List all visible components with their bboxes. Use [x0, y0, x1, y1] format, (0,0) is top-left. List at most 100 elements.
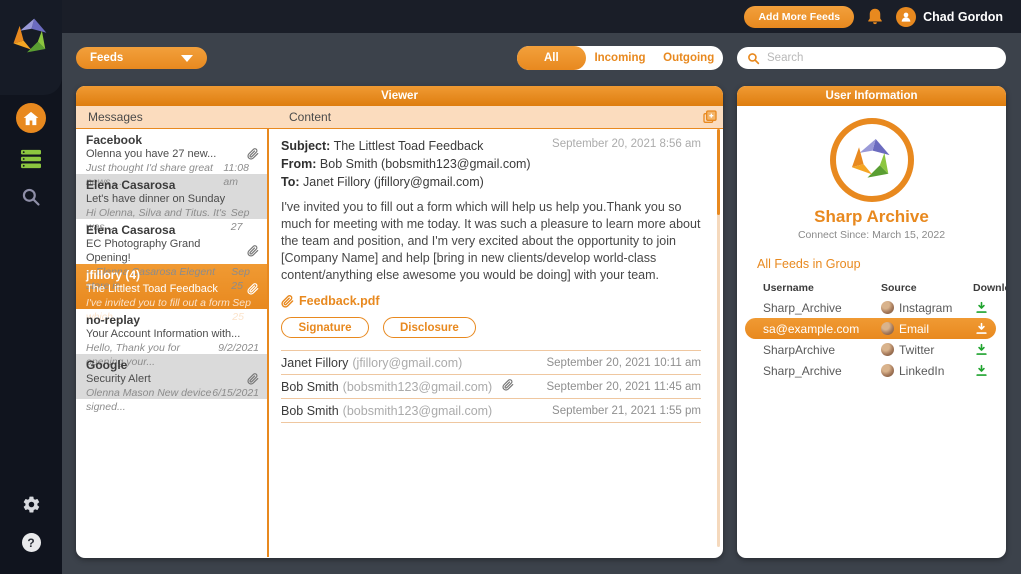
message-time: 6/15/2021 [212, 387, 259, 399]
search-icon [22, 188, 40, 206]
notifications-bell-icon[interactable] [866, 7, 884, 27]
feeds-dropdown-label: Feeds [90, 52, 124, 64]
download-button[interactable] [973, 364, 990, 377]
sidebar-item-home[interactable] [16, 103, 46, 133]
thread-sender: Janet Fillory [281, 355, 349, 370]
user-information-body: Sharp Archive Connect Since: March 15, 2… [737, 106, 1006, 381]
message-time: 11:08 am [223, 162, 249, 188]
message-subject: Your Account Information with... [86, 328, 241, 340]
feed-row[interactable]: Sharp_Archive Instagram [745, 297, 996, 318]
user-information-title: User Information [737, 86, 1006, 106]
attachment-icon [281, 294, 294, 308]
feed-row[interactable]: Sharp_Archive LinkedIn [745, 360, 996, 381]
user-information-panel: User Information Sharp Archive Connect S… [737, 86, 1006, 558]
home-icon [23, 111, 39, 125]
thread-row[interactable]: Janet Fillory (jfillory@gmail.com) Septe… [281, 351, 701, 375]
user-name: Chad Gordon [923, 9, 1003, 24]
sidebar-item-search[interactable] [19, 185, 43, 209]
message-time: Sep 25 [232, 297, 251, 323]
source-icon [881, 364, 894, 377]
message-time: 9/2/2021 [218, 342, 259, 354]
col-download: Download [973, 282, 1006, 294]
disclosure-button[interactable]: Disclosure [383, 317, 476, 338]
sharp-archive-logo-ring [829, 118, 914, 202]
search-icon [748, 52, 760, 64]
download-button[interactable] [973, 301, 990, 314]
app-root: Add More Feeds Chad Gordon ? Feeds All I… [0, 0, 1021, 574]
feeds-table-header: Username Source Download [745, 279, 1006, 297]
tab-incoming[interactable]: Incoming [586, 46, 655, 70]
help-button[interactable]: ? [21, 533, 41, 552]
tab-all[interactable]: All [517, 46, 586, 70]
source-icon [881, 322, 894, 335]
download-button[interactable] [973, 343, 990, 356]
thread-sender: Bob Smith [281, 379, 339, 394]
add-more-feeds-button[interactable]: Add More Feeds [744, 5, 855, 28]
feed-source: Twitter [899, 342, 935, 357]
email-date: September 20, 2021 8:56 am [552, 138, 701, 150]
content-column-header: Content [289, 110, 332, 124]
feed-username: Sharp_Archive [763, 363, 842, 378]
feed-source: LinkedIn [899, 363, 945, 378]
download-button[interactable] [973, 322, 990, 335]
gear-icon [23, 496, 39, 513]
group-heading: All Feeds in Group [757, 257, 861, 271]
col-username: Username [763, 282, 814, 294]
tab-outgoing[interactable]: Outgoing [654, 46, 723, 70]
thread-email: (bobsmith123@gmail.com) [342, 403, 493, 418]
to-label: To: [281, 175, 300, 189]
thread-list: Janet Fillory (jfillory@gmail.com) Septe… [281, 350, 701, 423]
feeds-dropdown[interactable]: Feeds [76, 47, 207, 69]
source-icon [881, 343, 894, 356]
feed-source: Email [899, 321, 930, 336]
sidebar-item-settings[interactable] [22, 495, 41, 519]
thread-row[interactable]: Bob Smith (bobsmith123@gmail.com) Septem… [281, 375, 701, 399]
viewer-title: Viewer [76, 86, 723, 106]
sidebar-logo [0, 0, 62, 95]
viewer-panel: Viewer Messages Content Facebook Olenna … [76, 86, 723, 558]
messages-list: Facebook Olenna you have 27 new... Just … [76, 129, 269, 557]
attachment-icon [247, 148, 259, 160]
message-item[interactable]: Facebook Olenna you have 27 new... Just … [76, 129, 267, 188]
sharp-archive-logo-icon [851, 139, 890, 178]
viewer-subheader: Messages Content [76, 106, 723, 129]
thread-email: (bobsmith123@gmail.com) [342, 379, 493, 394]
search-input[interactable] [767, 52, 996, 64]
message-preview: Olenna Mason New device signed... [86, 387, 212, 413]
feed-username: SharpArchive [763, 342, 836, 357]
feed-row[interactable]: SharpArchive Twitter [745, 339, 996, 360]
to-value: Janet Fillory (jfillory@gmail.com) [303, 175, 484, 189]
feed-source: Instagram [899, 300, 953, 315]
message-subject: Olenna you have 27 new... [86, 148, 217, 160]
content-pane: Subject: The Littlest Toad Feedback Sept… [269, 129, 723, 557]
thread-date: September 20, 2021 10:11 am [546, 356, 701, 369]
feed-row-selected[interactable]: sa@example.com Email [745, 318, 996, 339]
message-sender: Facebook [86, 133, 143, 147]
viewer-body: Facebook Olenna you have 27 new... Just … [76, 129, 723, 557]
message-time: Sep 27 [230, 207, 250, 233]
connect-since: Connect Since: March 15, 2022 [797, 229, 946, 241]
subject-label: Subject: [281, 139, 331, 153]
sidebar-item-feeds-list[interactable] [19, 147, 43, 171]
thread-date: September 21, 2021 1:55 pm [552, 404, 701, 417]
message-subject: Security Alert [86, 373, 151, 385]
open-new-window-button[interactable] [702, 109, 718, 128]
thread-sender: Bob Smith [281, 403, 339, 418]
email-actions: Signature Disclosure [281, 317, 701, 338]
filter-tabs: All Incoming Outgoing [517, 46, 723, 70]
attachment-icon [502, 379, 514, 394]
attachment-link[interactable]: Feedback.pdf [281, 294, 701, 308]
message-subject: EC Photography Grand Opening! [86, 238, 201, 264]
list-icon [21, 149, 41, 169]
content-scrollbar-thumb[interactable] [717, 129, 720, 215]
source-icon [881, 301, 894, 314]
user-chip[interactable]: Chad Gordon [896, 6, 1003, 27]
from-value: Bob Smith (bobsmith123@gmail.com) [319, 157, 531, 171]
from-label: From: [281, 157, 317, 171]
sharp-archive-logo-icon [13, 18, 47, 53]
attachment-icon [247, 245, 259, 257]
email-header: Subject: The Littlest Toad Feedback Sept… [281, 137, 701, 191]
thread-row[interactable]: Bob Smith (bobsmith123@gmail.com) Septem… [281, 399, 701, 423]
signature-button[interactable]: Signature [281, 317, 369, 338]
thread-email: (jfillory@gmail.com) [352, 355, 463, 370]
